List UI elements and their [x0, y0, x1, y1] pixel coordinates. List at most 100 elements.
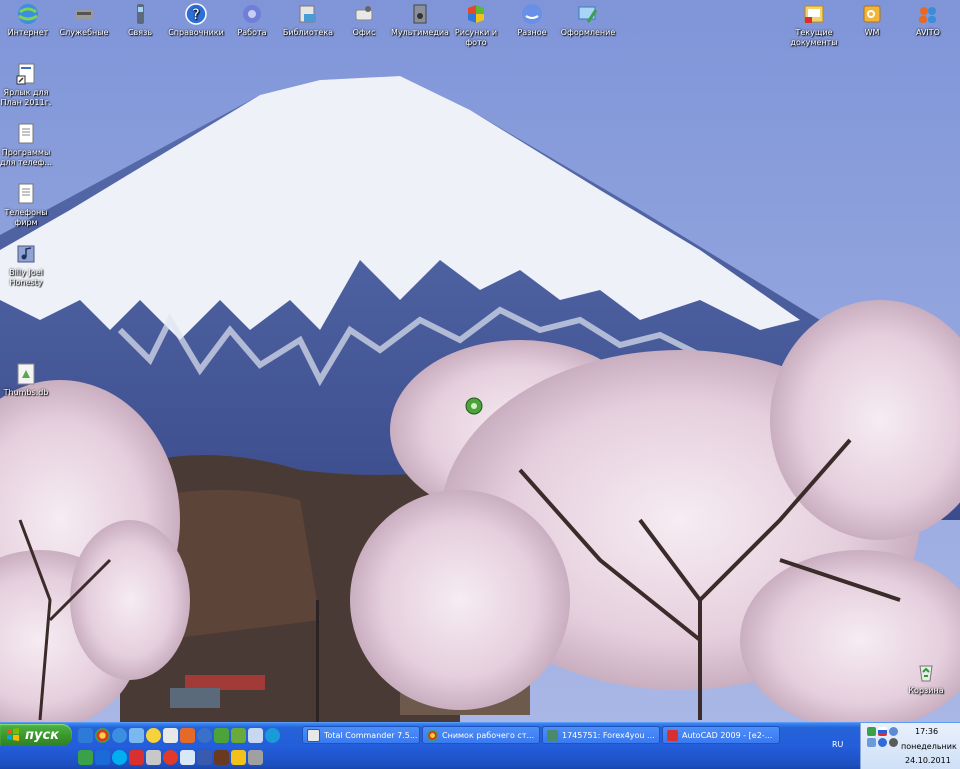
- desktop-icon-help[interactable]: ? Справочники: [164, 2, 228, 38]
- russia-flag-icon[interactable]: [878, 727, 887, 736]
- tool-icon[interactable]: [214, 749, 229, 765]
- desktop-icon-utilities[interactable]: Служебные: [52, 2, 116, 38]
- desktop-icon-library[interactable]: Библиотека: [276, 2, 340, 38]
- document-icon[interactable]: [163, 727, 178, 743]
- svg-text:?: ?: [192, 7, 199, 23]
- desktop-icon-pictures[interactable]: Рисунки и фото: [444, 2, 508, 48]
- speaker-icon[interactable]: [889, 738, 898, 747]
- save-icon[interactable]: [180, 749, 195, 765]
- desktop-icon-phone[interactable]: Связь: [108, 2, 172, 38]
- internet-explorer-icon[interactable]: [112, 727, 127, 743]
- clock-day: понедельник: [901, 742, 957, 751]
- recycle-icon[interactable]: [78, 749, 93, 765]
- windows-flag-icon: [7, 728, 19, 741]
- tray-recycle-icon[interactable]: [867, 727, 876, 736]
- library-icon: [299, 5, 316, 23]
- pictures-icon: [468, 5, 484, 23]
- network-icon[interactable]: [265, 727, 280, 743]
- forex-icon: [547, 729, 558, 741]
- audio-file-icon: [17, 245, 35, 263]
- gear-icon: [243, 5, 261, 23]
- thumbs-db-icon: [17, 363, 35, 385]
- quick-launch-row: [78, 748, 263, 766]
- documents-icon: [804, 5, 824, 23]
- quick-launch-row: [78, 726, 280, 744]
- desktop-icon-label: Разное: [517, 28, 547, 37]
- desktop-icon-label: Thumbs.db: [3, 388, 49, 397]
- trash-icon[interactable]: [248, 749, 263, 765]
- back-arrow-icon[interactable]: [889, 727, 898, 736]
- explorer-icon[interactable]: [129, 727, 144, 743]
- desktop-icon-label: Связь: [127, 28, 153, 37]
- bars-icon[interactable]: [197, 749, 212, 765]
- desktop-icon-label: Телефоны фирм: [4, 208, 48, 227]
- show-desktop-icon[interactable]: [78, 727, 93, 743]
- anchor-icon[interactable]: [95, 749, 110, 765]
- start-label: пуск: [25, 727, 59, 743]
- office-icon: [355, 6, 373, 21]
- lightning-icon[interactable]: [231, 749, 246, 765]
- appearance-icon: [578, 6, 598, 23]
- desktop-icon-internet[interactable]: Интернет: [0, 2, 60, 38]
- desktop-icon-label: Служебные: [59, 28, 109, 37]
- desktop-icon-label: AVITO: [916, 28, 940, 37]
- taskbar-button-screenshot[interactable]: Снимок рабочего ст...: [422, 726, 540, 744]
- desktop-icon-recycle-bin[interactable]: Корзина: [894, 660, 958, 696]
- total-commander-icon: [307, 728, 320, 742]
- autocad-icon: [667, 729, 678, 741]
- icq-icon[interactable]: [214, 727, 229, 743]
- desktop-icon-appearance[interactable]: Оформление: [556, 2, 620, 38]
- clock-time[interactable]: 17:36: [915, 727, 938, 736]
- desktop-icon-company-phones[interactable]: Телефоны фирм: [0, 182, 58, 228]
- taskbar-button-autocad[interactable]: AutoCAD 2009 - [e2-...: [662, 726, 780, 744]
- desktop-icon-label: WM: [864, 28, 880, 37]
- desktop-icon-plan-shortcut[interactable]: Ярлык для План 2011г.: [0, 62, 58, 108]
- desktop-icon-label: Корзина: [908, 686, 944, 695]
- taskbar-button-forex[interactable]: 1745751: Forex4you ...: [542, 726, 660, 744]
- network-icon[interactable]: [867, 738, 876, 747]
- desktop-icon-thumbs-db[interactable]: Thumbs.db: [0, 362, 58, 398]
- pdf-icon[interactable]: [129, 749, 144, 765]
- desktop-icon-multimedia[interactable]: Мультимедиа: [388, 2, 452, 38]
- opera-icon[interactable]: [163, 749, 178, 765]
- desktop-icon-billy-joel[interactable]: Billy Joel Honesty: [0, 242, 58, 288]
- users-icon[interactable]: [146, 749, 161, 765]
- task-label: Total Commander 7.5...: [324, 730, 418, 740]
- skype-icon[interactable]: [112, 749, 127, 765]
- desktop-icon-work[interactable]: Работа: [220, 2, 284, 38]
- chrome-icon[interactable]: [95, 727, 110, 743]
- taskbar: пуск Total Commander 7.5... Снимок рабоч…: [0, 722, 960, 769]
- desktop-icon-label: Текущие документы: [790, 28, 838, 47]
- calculator-icon[interactable]: [231, 727, 246, 743]
- users-icon: [919, 7, 936, 23]
- desktop-wallpaper: [0, 0, 960, 722]
- desktop-icon-label: Офис: [352, 28, 376, 37]
- shortcut-icon: [16, 63, 35, 85]
- desktop-icon-label: Рисунки и фото: [454, 28, 498, 47]
- skype-icon[interactable]: [197, 727, 212, 743]
- multimedia-icon: [413, 4, 427, 24]
- taskbar-button-total-commander[interactable]: Total Commander 7.5...: [302, 726, 420, 744]
- desktop-icon-label: Работа: [237, 28, 267, 37]
- language-indicator[interactable]: RU: [832, 740, 843, 749]
- start-button[interactable]: пуск: [0, 724, 72, 746]
- desktop-icon-label: Справочники: [168, 28, 224, 37]
- smile-icon[interactable]: [146, 727, 161, 743]
- task-label: AutoCAD 2009 - [e2-...: [682, 730, 773, 740]
- shield-icon[interactable]: [878, 738, 887, 747]
- desktop-icon-label: Мультимедиа: [391, 28, 449, 37]
- recycle-bin-icon: [919, 665, 933, 682]
- floating-app-icon[interactable]: [464, 396, 484, 416]
- desktop-icon-avito[interactable]: AVITO: [896, 2, 960, 38]
- desktop-icon-phone-programs[interactable]: Программы для телеф...: [0, 122, 58, 168]
- desktop-icon-current-documents[interactable]: Текущие документы: [782, 2, 846, 48]
- desktop-icon-wm[interactable]: WM: [840, 2, 904, 38]
- folder-icon[interactable]: [248, 727, 263, 743]
- firefox-icon[interactable]: [180, 727, 195, 743]
- desktop-icon-label: Библиотека: [282, 28, 334, 37]
- desktop-icon-misc[interactable]: Разное: [500, 2, 564, 38]
- desktop-icon-office[interactable]: Офис: [332, 2, 396, 38]
- desktop-icon-label: Программы для телеф...: [0, 148, 53, 167]
- phone-icon: [137, 4, 144, 24]
- desktop-icon-label: Ярлык для План 2011г.: [0, 88, 52, 107]
